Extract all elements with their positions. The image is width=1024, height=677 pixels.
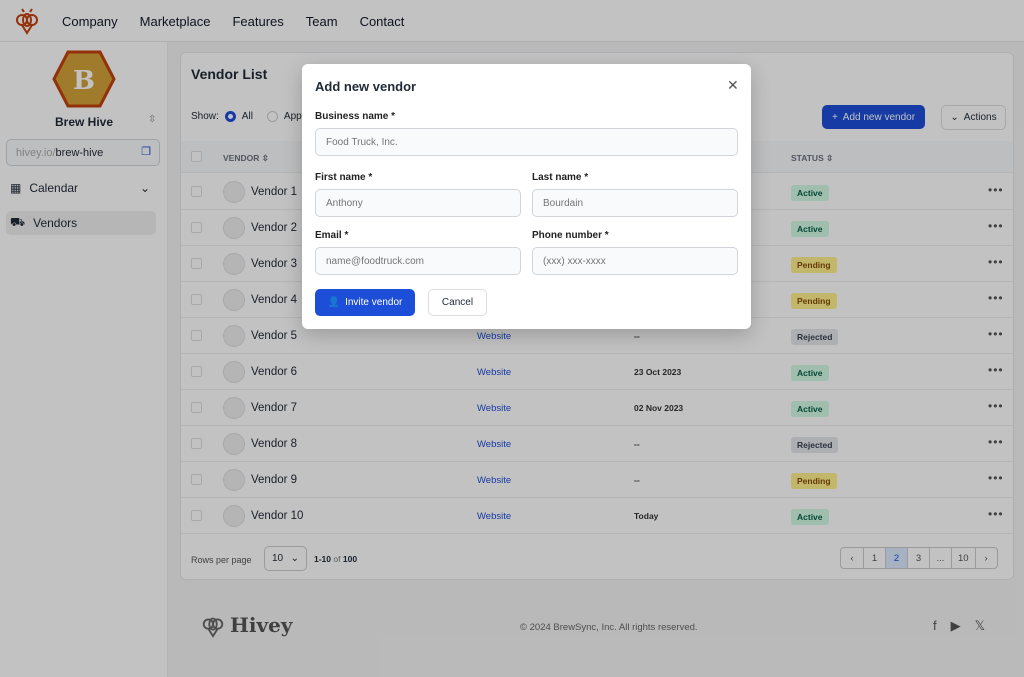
close-icon[interactable]: ✕ (727, 77, 739, 94)
business-name-input[interactable] (315, 128, 738, 156)
last-name-input[interactable] (532, 189, 738, 217)
phone-label: Phone number * (532, 230, 609, 241)
user-plus-icon: 👤 (327, 297, 341, 308)
first-name-label: First name * (315, 172, 373, 183)
last-name-label: Last name * (532, 172, 589, 183)
phone-input[interactable] (532, 247, 738, 275)
email-input[interactable] (315, 247, 521, 275)
business-name-label: Business name * (315, 111, 396, 122)
email-label: Email * (315, 230, 349, 241)
modal-title: Add new vendor (315, 79, 417, 94)
invite-vendor-button[interactable]: 👤 Invite vendor (315, 289, 415, 316)
cancel-button[interactable]: Cancel (428, 289, 487, 316)
add-vendor-modal: Add new vendor ✕ Business name * First n… (302, 64, 751, 329)
first-name-input[interactable] (315, 189, 521, 217)
